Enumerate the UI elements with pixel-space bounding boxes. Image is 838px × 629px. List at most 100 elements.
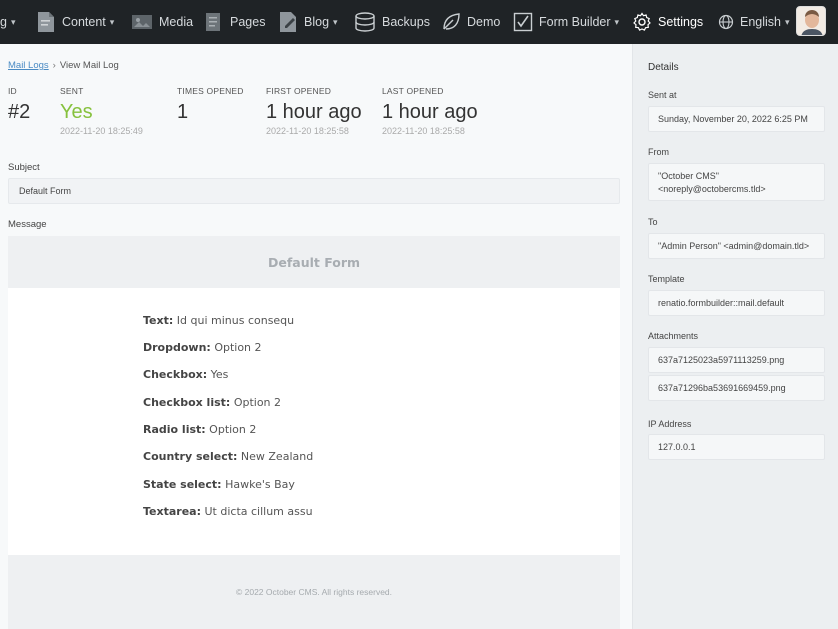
details-sidebar: Details Sent at Sunday, November 20, 202… bbox=[632, 44, 838, 629]
stat-heading: TIMES OPENED bbox=[177, 86, 244, 96]
attachment-link[interactable]: 637a7125023a5971113259.png bbox=[648, 347, 825, 373]
stat-value: #2 bbox=[8, 101, 31, 123]
stat-value: 1 hour ago bbox=[266, 101, 362, 123]
stat-date: 2022-11-20 18:25:58 bbox=[382, 126, 465, 136]
main-content: Mail Logs › View Mail Log ID #2 SENT Yes 2… bbox=[0, 44, 632, 629]
chevron-down-icon: ▾ bbox=[785, 16, 790, 27]
ip-address-label: IP Address bbox=[648, 419, 692, 429]
stat-heading: SENT bbox=[60, 86, 84, 96]
stat-value: 1 bbox=[177, 101, 189, 123]
breadcrumb-separator: › bbox=[52, 60, 56, 71]
subject-field: Default Form bbox=[8, 178, 620, 204]
nav-item-truncated[interactable]: g ▾ bbox=[0, 0, 15, 44]
nav-item-label: Settings bbox=[658, 15, 704, 29]
nav-item-pages[interactable]: Pages bbox=[204, 0, 265, 44]
nav-item-label: g bbox=[0, 15, 7, 29]
email-field-row: Textarea: Ut dicta cillum assu bbox=[143, 505, 313, 518]
stat-sent: SENT Yes 2022-11-20 18:25:49 bbox=[60, 86, 143, 136]
from-name: "October CMS" bbox=[658, 171, 719, 181]
breadcrumb-current: View Mail Log bbox=[59, 60, 119, 71]
stat-last-opened: LAST OPENED 1 hour ago 2022-11-20 18:25:… bbox=[382, 86, 478, 136]
field-value: Option 2 bbox=[209, 423, 257, 436]
to-label: To bbox=[648, 217, 658, 227]
breadcrumb-link-mail-logs[interactable]: Mail Logs bbox=[8, 60, 49, 71]
nav-item-label: Demo bbox=[467, 15, 501, 29]
sidebar-title: Details bbox=[648, 62, 679, 73]
content-icon bbox=[36, 11, 56, 33]
chevron-down-icon: ▾ bbox=[614, 16, 620, 27]
email-body: Text: Id qui minus consequ Dropdown: Opt… bbox=[8, 288, 620, 555]
from-value: "October CMS" <noreply@octobercms.tld> bbox=[648, 163, 825, 201]
stat-id: ID #2 bbox=[8, 86, 30, 124]
user-avatar[interactable] bbox=[796, 6, 826, 36]
database-icon bbox=[354, 11, 376, 33]
attachment-link[interactable]: 637a71296ba53691669459.png bbox=[648, 375, 825, 401]
email-footer: © 2022 October CMS. All rights reserved. bbox=[8, 555, 620, 629]
nav-item-blog[interactable]: Blog ▾ bbox=[278, 0, 338, 44]
nav-item-label: Blog bbox=[304, 15, 330, 29]
field-key: Textarea: bbox=[143, 505, 201, 518]
subject-label: Subject bbox=[8, 162, 40, 173]
nav-item-settings[interactable]: Settings bbox=[632, 0, 703, 44]
stat-date: 2022-11-20 18:25:49 bbox=[60, 126, 143, 136]
field-key: Country select: bbox=[143, 450, 238, 463]
email-field-row: Text: Id qui minus consequ bbox=[143, 314, 294, 327]
email-field-row: State select: Hawke's Bay bbox=[143, 478, 295, 491]
field-key: Text: bbox=[143, 314, 174, 327]
field-key: State select: bbox=[143, 478, 222, 491]
field-value: Ut dicta cillum assu bbox=[204, 505, 313, 518]
field-key: Dropdown: bbox=[143, 341, 211, 354]
stat-times-opened: TIMES OPENED 1 bbox=[177, 86, 244, 124]
globe-icon bbox=[718, 14, 734, 30]
nav-item-label: English bbox=[740, 15, 781, 29]
stat-value: 1 hour ago bbox=[382, 101, 478, 123]
nav-item-form-builder[interactable]: Form Builder ▾ bbox=[513, 0, 619, 44]
field-value: Id qui minus consequ bbox=[176, 314, 295, 327]
nav-item-language[interactable]: English ▾ bbox=[718, 0, 790, 44]
nav-item-label: Backups bbox=[382, 15, 430, 29]
nav-item-media[interactable]: Media bbox=[131, 0, 193, 44]
chevron-down-icon: ▾ bbox=[10, 16, 16, 27]
sent-at-label: Sent at bbox=[648, 90, 677, 100]
breadcrumb: Mail Logs › View Mail Log bbox=[8, 60, 119, 71]
from-email: <noreply@octobercms.tld> bbox=[658, 184, 766, 194]
field-key: Checkbox list: bbox=[143, 396, 231, 409]
message-label: Message bbox=[8, 219, 47, 230]
sent-at-value: Sunday, November 20, 2022 6:25 PM bbox=[648, 106, 825, 132]
nav-item-label: Media bbox=[159, 15, 194, 29]
stat-first-opened: FIRST OPENED 1 hour ago 2022-11-20 18:25… bbox=[266, 86, 362, 136]
email-field-row: Checkbox: Yes bbox=[143, 368, 228, 381]
media-icon bbox=[131, 13, 153, 31]
nav-item-label: Pages bbox=[230, 15, 266, 29]
nav-item-backups[interactable]: Backups bbox=[354, 0, 430, 44]
gear-icon bbox=[632, 12, 652, 32]
email-field-row: Checkbox list: Option 2 bbox=[143, 396, 281, 409]
field-value: New Zealand bbox=[240, 450, 314, 463]
ip-address-value: 127.0.0.1 bbox=[648, 434, 825, 460]
from-label: From bbox=[648, 147, 669, 157]
field-key: Checkbox: bbox=[143, 368, 208, 381]
field-key: Radio list: bbox=[143, 423, 206, 436]
field-value: Yes bbox=[210, 368, 229, 381]
field-value: Option 2 bbox=[214, 341, 262, 354]
chevron-down-icon: ▾ bbox=[109, 16, 115, 27]
email-field-row: Radio list: Option 2 bbox=[143, 423, 256, 436]
template-label: Template bbox=[648, 274, 685, 284]
stat-value: Yes bbox=[60, 101, 93, 123]
chevron-down-icon: ▾ bbox=[333, 16, 338, 27]
nav-item-demo[interactable]: Demo bbox=[441, 0, 500, 44]
to-value: "Admin Person" <admin@domain.tld> bbox=[648, 233, 825, 259]
field-value: Option 2 bbox=[233, 396, 282, 409]
leaf-icon bbox=[441, 12, 461, 32]
field-value: Hawke's Bay bbox=[225, 478, 295, 491]
template-value: renatio.formbuilder::mail.default bbox=[648, 290, 825, 316]
stat-date: 2022-11-20 18:25:58 bbox=[266, 126, 349, 136]
stat-heading: LAST OPENED bbox=[382, 86, 444, 96]
nav-item-label: Form Builder bbox=[539, 15, 611, 29]
email-header: Default Form bbox=[8, 236, 620, 288]
stat-heading: FIRST OPENED bbox=[266, 86, 332, 96]
email-field-row: Country select: New Zealand bbox=[143, 450, 313, 463]
nav-item-content[interactable]: Content ▾ bbox=[36, 0, 114, 44]
pages-icon bbox=[204, 11, 224, 33]
nav-item-label: Content bbox=[62, 15, 106, 29]
